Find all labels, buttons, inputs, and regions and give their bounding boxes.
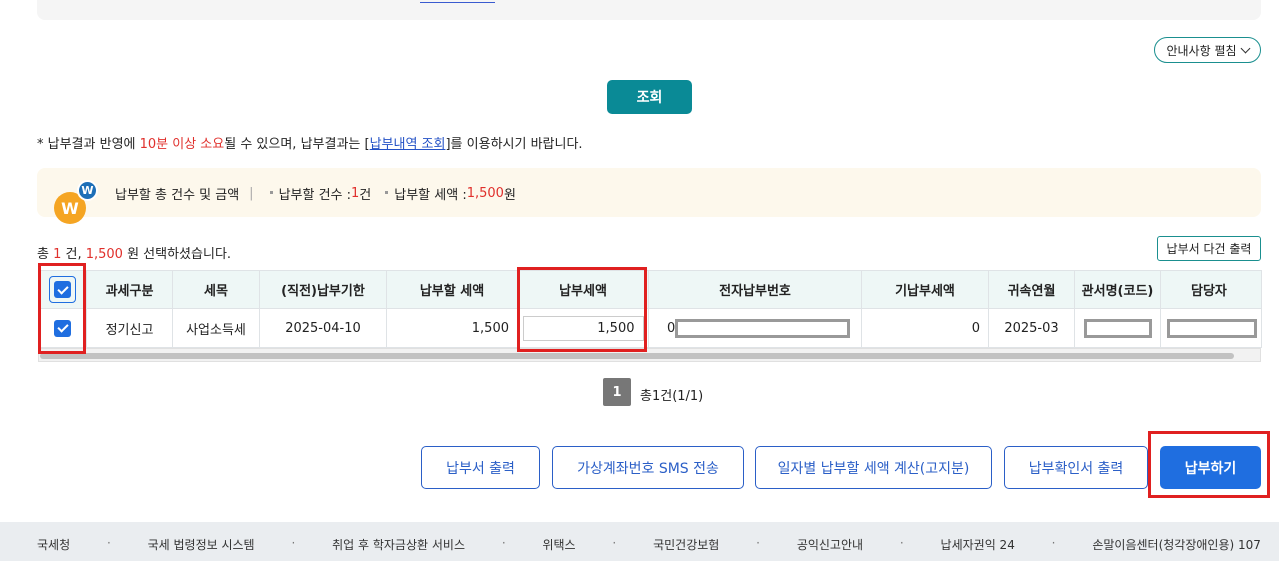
notice-text: * 납부결과 반영에 10분 이상 소요될 수 있으며, 납부결과는 [납부내역… — [37, 133, 583, 152]
footer-link[interactable]: 국세청 — [37, 536, 70, 553]
footer-separator: · — [501, 536, 506, 550]
bullet-icon — [385, 190, 389, 194]
virtual-account-sms-button[interactable]: 가상계좌번호 SMS 전송 — [552, 446, 744, 489]
footer-separator: · — [756, 536, 760, 550]
amount-label: 납부할 세액 : — [394, 188, 467, 203]
footer-link[interactable]: 위택스 — [542, 536, 575, 553]
notice-highlight: 10분 이상 소요 — [139, 137, 225, 152]
cell-prepaid: 0 — [861, 308, 989, 348]
col-manager: 담당자 — [1160, 270, 1262, 309]
footer-separator: · — [291, 536, 296, 550]
electronic-no-value: 0 — [667, 320, 676, 336]
highlight-box-checkbox — [38, 263, 86, 354]
selected-mid: 건, — [61, 247, 86, 262]
notice-suffix: ]를 이용하시기 바랍니다. — [445, 137, 583, 152]
footer-separator: · — [899, 536, 904, 550]
summary-divider: | — [249, 186, 254, 201]
col-office: 관서명(코드) — [1074, 270, 1161, 309]
multi-print-button[interactable]: 납부서 다건 출력 — [1157, 236, 1261, 261]
summary-text: 납부할 총 건수 및 금액 | 납부할 건수 : 1 건 납부할 세액 : 1,… — [115, 184, 516, 203]
footer-link[interactable]: 공익신고안내 — [797, 536, 863, 553]
footer-links: 국세청 · 국세 법령정보 시스템 · 취업 후 학자금상환 서비스 · 위택스… — [37, 536, 1261, 553]
summary-title: 납부할 총 건수 및 금액 — [115, 188, 240, 203]
payment-history-link[interactable]: 납부내역 조회 — [370, 137, 446, 152]
selected-prefix: 총 — [37, 247, 54, 262]
col-tax-item: 세목 — [172, 270, 260, 309]
scrollbar-thumb[interactable] — [40, 353, 1234, 359]
pagination-total: 총1건(1/1) — [640, 389, 704, 404]
col-electronic-no: 전자납부번호 — [648, 270, 862, 309]
amount-value: 1,500 — [466, 186, 504, 201]
footer-link[interactable]: 취업 후 학자금상환 서비스 — [332, 536, 465, 553]
redacted-box — [1083, 318, 1152, 338]
table-header-row: 과세구분 세목 (직전)납부기한 납부할 세액 납부세액 전자납부번호 기납부세… — [38, 270, 1262, 309]
pay-button[interactable]: 납부하기 — [1160, 446, 1261, 489]
cell-due-date: 2025-04-10 — [259, 308, 387, 348]
search-button[interactable]: 조회 — [607, 80, 692, 114]
footer-separator: · — [612, 536, 617, 550]
logo-w-small-icon: W — [77, 180, 98, 201]
cell-amount-due: 1,500 — [386, 308, 518, 348]
amount-unit: 원 — [503, 188, 516, 203]
footer-separator: · — [106, 536, 111, 550]
footer-link[interactable]: 국세 법령정보 시스템 — [148, 536, 255, 553]
notice-middle: 될 수 있으며, 납부결과는 [ — [224, 137, 370, 152]
footer-link[interactable]: 손말이음센터(청각장애인용) 107 — [1092, 536, 1261, 553]
top-link-underline[interactable] — [420, 0, 495, 3]
guide-toggle-label: 안내사항 펼침 — [1166, 43, 1237, 58]
col-tax-type: 과세구분 — [86, 270, 173, 309]
count-value: 1 — [351, 186, 360, 201]
payment-confirm-print-button[interactable]: 납부확인서 출력 — [1004, 446, 1148, 489]
count-label: 납부할 건수 : — [278, 188, 352, 203]
col-prepaid: 기납부세액 — [861, 270, 989, 309]
selected-summary: 총 1 건, 1,500 원 선택하셨습니다. — [37, 243, 231, 262]
guide-toggle-button[interactable]: 안내사항 펼침 — [1154, 37, 1261, 63]
cell-manager — [1160, 308, 1262, 348]
redacted-box — [675, 318, 851, 338]
pagination-current-page[interactable]: 1 — [603, 378, 631, 406]
print-bill-button[interactable]: 납부서 출력 — [421, 446, 540, 489]
info-box-top — [37, 0, 1261, 20]
col-period: 귀속연월 — [988, 270, 1075, 309]
chevron-down-icon — [1240, 43, 1250, 53]
count-unit: 건 — [359, 188, 372, 203]
daily-tax-calc-button[interactable]: 일자별 납부할 세액 계산(고지분) — [755, 446, 992, 489]
highlight-box-payment — [517, 267, 647, 352]
col-amount-due: 납부할 세액 — [386, 270, 518, 309]
col-due-date: (직전)납부기한 — [259, 270, 387, 309]
footer-link[interactable]: 납세자권익 24 — [941, 536, 1015, 553]
cell-electronic-no: 0 — [648, 308, 862, 348]
redacted-box — [1167, 318, 1257, 338]
cell-tax-type: 정기신고 — [86, 308, 173, 348]
bullet-icon — [269, 190, 273, 194]
footer-separator: · — [1051, 536, 1056, 550]
table-row: 정기신고 사업소득세 2025-04-10 1,500 1,500 0 0 20… — [38, 308, 1262, 348]
selected-amount: 1,500 — [85, 247, 123, 262]
payment-table: 과세구분 세목 (직전)납부기한 납부할 세액 납부세액 전자납부번호 기납부세… — [38, 270, 1262, 348]
footer-link[interactable]: 국민건강보험 — [653, 536, 719, 553]
cell-office — [1074, 308, 1161, 348]
cell-tax-item: 사업소득세 — [172, 308, 260, 348]
cell-period: 2025-03 — [988, 308, 1075, 348]
notice-prefix: * 납부결과 반영에 — [37, 137, 140, 152]
selected-suffix: 원 선택하셨습니다. — [122, 247, 232, 262]
